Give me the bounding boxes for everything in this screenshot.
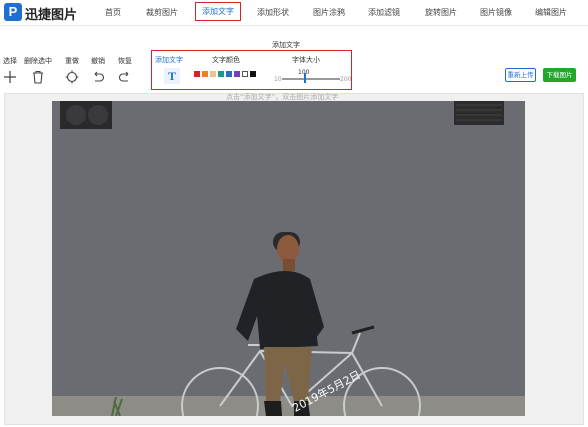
- font-size-max: 200: [340, 76, 352, 83]
- swatch-black[interactable]: [250, 71, 256, 77]
- nav-filter[interactable]: 添加滤镜: [368, 7, 400, 18]
- select-label: 选择: [3, 57, 17, 65]
- add-text-label: 添加文字: [155, 56, 183, 64]
- text-color-label: 文字颜色: [212, 56, 240, 64]
- swatch-beige[interactable]: [210, 71, 216, 77]
- nav-doodle[interactable]: 图片涂鸦: [313, 7, 345, 18]
- font-size-slider-thumb[interactable]: [304, 73, 306, 83]
- nav-crop[interactable]: 裁剪图片: [146, 7, 178, 18]
- redo-tool[interactable]: 重做: [58, 56, 86, 84]
- nav-edit[interactable]: 编辑图片: [535, 7, 567, 18]
- swatch-orange[interactable]: [202, 71, 208, 77]
- delete-selected-tool[interactable]: 删除选中: [24, 56, 52, 84]
- font-size-label: 字体大小: [292, 56, 320, 64]
- vent-fan-2: [88, 105, 108, 125]
- top-bar: P 迅捷图片 首页 裁剪图片 添加文字 添加形状 图片涂鸦 添加滤镜 旋转图片 …: [0, 0, 588, 26]
- color-swatches: [194, 71, 264, 79]
- swatch-white[interactable]: [242, 71, 248, 77]
- section-title: 添加文字: [272, 41, 300, 49]
- trash-icon: [33, 70, 43, 84]
- nav-rotate[interactable]: 旋转图片: [425, 7, 457, 18]
- main-nav: 首页 裁剪图片 添加文字 添加形状 图片涂鸦 添加滤镜 旋转图片 图片镜像 编辑…: [85, 0, 588, 26]
- undo-tool[interactable]: 撤销: [84, 56, 112, 84]
- add-text-button[interactable]: T: [164, 68, 180, 84]
- download-button[interactable]: 下载图片: [543, 68, 576, 82]
- font-size-slider[interactable]: [282, 78, 340, 80]
- text-t-icon: T: [167, 69, 176, 83]
- plus-icon: [4, 71, 16, 83]
- swatch-purple[interactable]: [234, 71, 240, 77]
- restore-tool[interactable]: 恢复: [111, 56, 139, 84]
- nav-home[interactable]: 首页: [105, 7, 121, 18]
- logo-letter: P: [8, 4, 18, 19]
- font-size-min: 10: [274, 76, 282, 83]
- select-tool[interactable]: 选择: [0, 56, 24, 84]
- add-text-panel: 添加文字 T 文字颜色 字体大小 100 10 200: [151, 50, 352, 90]
- target-icon: [65, 70, 79, 84]
- delete-label: 删除选中: [24, 57, 52, 65]
- swatch-teal[interactable]: [218, 71, 224, 77]
- photo-canvas[interactable]: 2019年5月2日: [52, 101, 525, 416]
- swatch-red[interactable]: [194, 71, 200, 77]
- restore-label: 恢复: [118, 57, 132, 65]
- redo-arrow-icon: [118, 71, 129, 82]
- nav-add-text[interactable]: 添加文字: [195, 2, 241, 21]
- app-logo-icon: P: [4, 3, 22, 21]
- reupload-button[interactable]: 重新上传: [505, 68, 536, 82]
- redo-label: 重做: [65, 57, 79, 65]
- vent-fan-1: [66, 105, 86, 125]
- undo-label: 撤销: [91, 57, 105, 65]
- swatch-blue[interactable]: [226, 71, 232, 77]
- nav-add-shape[interactable]: 添加形状: [257, 7, 289, 18]
- app-title: 迅捷图片: [25, 8, 78, 23]
- nav-mirror[interactable]: 图片镜像: [480, 7, 512, 18]
- undo-icon: [94, 71, 105, 82]
